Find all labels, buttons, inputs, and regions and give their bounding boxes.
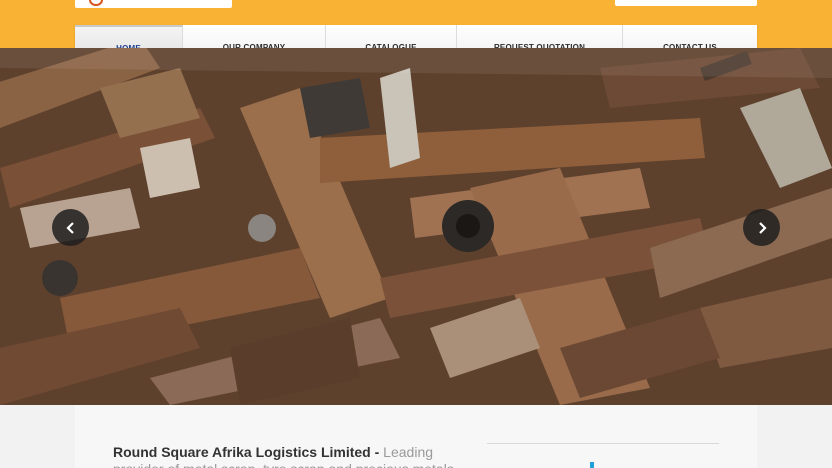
site-logo[interactable]	[75, 0, 232, 8]
hero-image-scrap-metal	[0, 48, 832, 405]
search-input[interactable]	[615, 0, 757, 6]
logo-icon	[89, 0, 103, 6]
hero-carousel	[0, 48, 832, 405]
company-name: Round Square Afrika Logistics Limited -	[113, 444, 380, 460]
chevron-right-icon	[758, 221, 767, 234]
intro-text: Round Square Afrika Logistics Limited - …	[113, 444, 468, 468]
chevron-left-icon	[65, 221, 74, 234]
sidebar-accent	[590, 462, 594, 468]
carousel-prev-button[interactable]	[52, 209, 89, 246]
carousel-next-button[interactable]	[743, 209, 780, 246]
sidebar-divider	[487, 443, 719, 444]
